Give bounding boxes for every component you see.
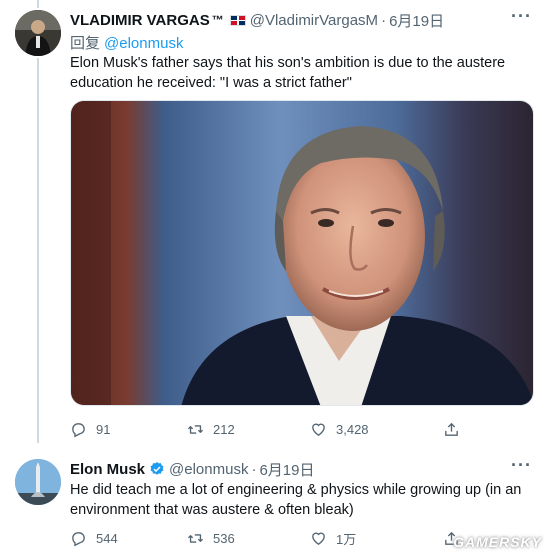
retweet-icon	[187, 533, 204, 543]
display-name[interactable]: VLADIMIR VARGAS	[70, 12, 210, 29]
share-button[interactable]	[443, 418, 469, 440]
separator: ·	[251, 460, 257, 478]
like-count: 3,428	[336, 421, 369, 437]
more-icon[interactable]: ···	[511, 6, 532, 27]
retweet-button[interactable]: 536	[187, 527, 235, 549]
verified-badge-icon	[150, 462, 164, 475]
handle[interactable]: @elonmusk	[169, 461, 248, 478]
timestamp[interactable]: 6月19日	[389, 10, 444, 31]
like-count: 1万	[336, 531, 357, 547]
display-name[interactable]: Elon Musk	[70, 461, 145, 478]
heart-icon	[312, 423, 325, 436]
watermark: GAMERSKY	[453, 534, 542, 550]
tweet-text: He did teach me a lot of engineering & p…	[70, 482, 522, 518]
reply-icon	[72, 531, 85, 546]
retweet-count: 536	[213, 530, 235, 546]
reply-button[interactable]: 91	[70, 418, 110, 440]
avatar[interactable]	[15, 459, 61, 505]
tweet-vladimir[interactable]: VLADIMIR VARGAS ™ @VladimirVargasM · 6月1…	[0, 0, 550, 445]
reply-context: 回复 @elonmusk	[70, 32, 183, 53]
tweet-text: Elon Musk's father says that his son's a…	[70, 55, 506, 91]
like-button[interactable]: 1万	[310, 527, 356, 549]
handle[interactable]: @VladimirVargasM	[250, 12, 378, 29]
reply-prefix: 回复	[70, 35, 101, 52]
more-icon[interactable]: ···	[511, 455, 532, 476]
tweet-photo[interactable]	[70, 100, 534, 406]
timestamp[interactable]: 6月19日	[259, 459, 314, 480]
retweet-button[interactable]: 212	[187, 418, 235, 440]
reply-button[interactable]: 544	[70, 527, 118, 549]
avatar[interactable]	[15, 10, 61, 56]
share-icon	[445, 422, 458, 436]
dominican-flag-icon	[229, 14, 246, 26]
reply-icon	[72, 422, 85, 437]
name-suffix: ™	[211, 13, 224, 27]
reply-count: 544	[96, 530, 118, 546]
like-button[interactable]: 3,428	[310, 418, 369, 440]
action-bar: 91 212 3,428	[70, 418, 540, 440]
retweet-count: 212	[213, 421, 235, 437]
reply-count: 91	[96, 421, 111, 437]
reply-mention-link[interactable]: @elonmusk	[104, 35, 183, 52]
heart-icon	[312, 532, 325, 545]
separator: ·	[381, 11, 387, 29]
retweet-icon	[187, 424, 204, 434]
